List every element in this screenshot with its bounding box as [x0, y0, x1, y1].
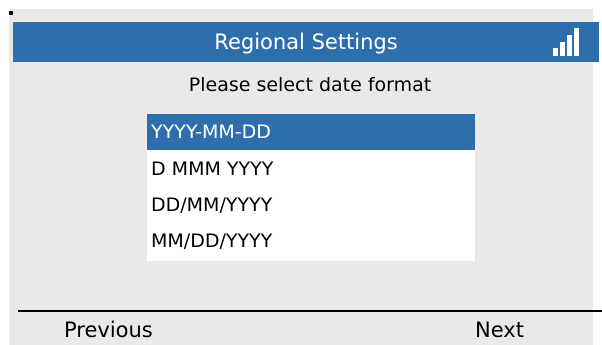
- signal-strength-icon: [553, 28, 587, 56]
- status-dot: [9, 11, 13, 15]
- date-format-prompt: Please select date format: [188, 74, 432, 96]
- date-format-list: YYYY-MM-DD D MMM YYYY DD/MM/YYYY MM/DD/Y…: [147, 114, 475, 261]
- next-softkey[interactable]: Next: [475, 318, 524, 342]
- previous-softkey[interactable]: Previous: [64, 318, 153, 342]
- date-format-option-yyyy-mm-dd[interactable]: YYYY-MM-DD: [147, 114, 475, 150]
- date-format-option-d-mmm-yyyy[interactable]: D MMM YYYY: [147, 151, 475, 187]
- date-format-option-dd-mm-yyyy[interactable]: DD/MM/YYYY: [147, 187, 475, 223]
- date-format-option-mm-dd-yyyy[interactable]: MM/DD/YYYY: [147, 223, 475, 259]
- page-title: Regional Settings: [214, 30, 398, 54]
- title-bar: Regional Settings: [13, 22, 599, 62]
- softkey-divider: [18, 310, 602, 312]
